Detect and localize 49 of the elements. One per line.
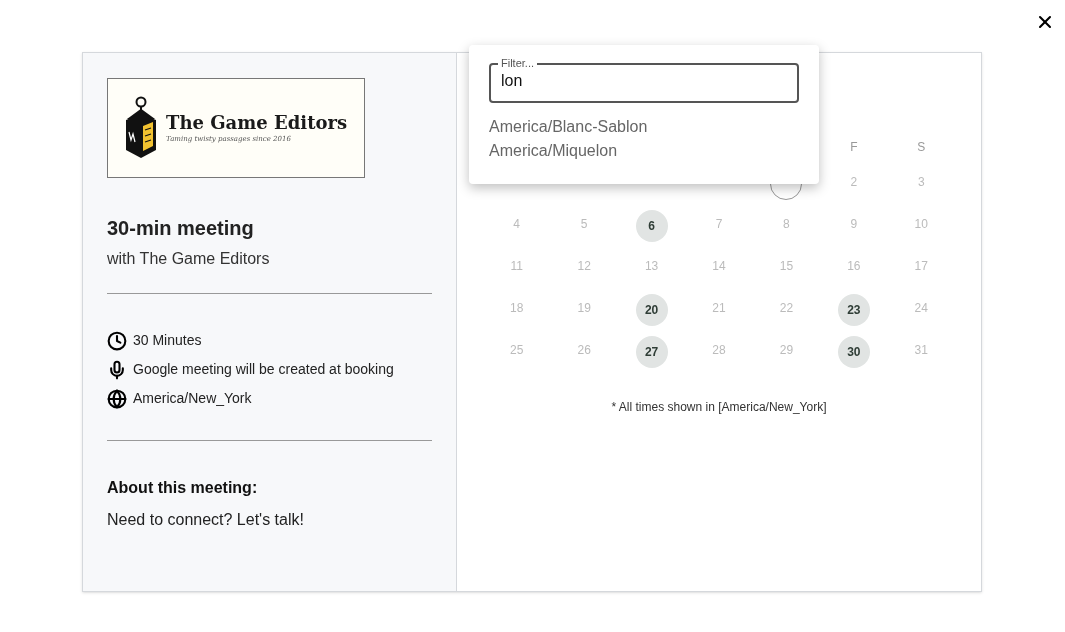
calendar-day: 11 [510, 260, 523, 272]
calendar-day: 22 [779, 302, 794, 314]
about-heading: About this meeting: [107, 478, 259, 498]
calendar-day: 15 [779, 260, 794, 272]
weekday-header: S [917, 139, 926, 156]
globe-icon [107, 388, 127, 409]
logo-name: The Game Editors [166, 111, 348, 134]
calendar-day: 14 [712, 260, 726, 272]
detail-text: 30 Minutes [133, 331, 202, 350]
calendar-day[interactable]: 23 [837, 294, 870, 326]
calendar-day: 16 [847, 260, 861, 272]
calendar-day: 8 [783, 218, 790, 230]
calendar-day: 13 [644, 260, 659, 272]
timezone-option[interactable]: America/Miquelon [489, 139, 799, 163]
calendar-day: 18 [510, 302, 524, 314]
clock-icon [107, 330, 127, 351]
calendar-day: 10 [914, 218, 928, 230]
timezone-note: * All times shown in [America/New_York] [611, 399, 827, 416]
detail-text: Google meeting will be created at booking [133, 360, 394, 379]
calendar-day[interactable]: 27 [635, 336, 668, 368]
filter-label: Filter... [500, 58, 535, 69]
filter-field[interactable]: Filter... lon [489, 58, 799, 103]
calendar-day: 9 [850, 218, 858, 230]
calendar-day: 26 [577, 344, 591, 356]
calendar-day: 2 [850, 176, 858, 188]
calendar-day: 5 [580, 218, 588, 230]
calendar-day[interactable]: 30 [837, 336, 870, 368]
calendar-day[interactable]: 6 [635, 210, 668, 242]
calendar-day: 7 [715, 218, 723, 230]
calendar-day: 3 [917, 176, 925, 188]
about-text: Need to connect? Let's talk! [107, 510, 305, 530]
calendar-day: 28 [712, 344, 726, 356]
calendar-day: 31 [914, 344, 928, 356]
timezone-option[interactable]: America/Blanc-Sablon [489, 115, 799, 139]
microphone-icon [107, 359, 127, 380]
calendar-day[interactable]: 20 [635, 294, 668, 326]
calendar-day: 12 [577, 260, 591, 272]
detail-text: America/New_York [133, 389, 252, 408]
calendar-day: 24 [914, 302, 928, 314]
calendar-day: 19 [577, 302, 591, 314]
calendar-day: 29 [779, 344, 794, 356]
meeting-host: with The Game Editors [107, 249, 271, 269]
weekday-header: F [850, 139, 858, 156]
calendar-day: 21 [712, 302, 726, 314]
meeting-title: 30-min meeting [107, 216, 255, 241]
calendar-day: 25 [510, 344, 524, 356]
calendar-day: 17 [914, 260, 928, 272]
calendar-day: 4 [513, 218, 521, 230]
filter-input[interactable]: lon [501, 69, 787, 93]
